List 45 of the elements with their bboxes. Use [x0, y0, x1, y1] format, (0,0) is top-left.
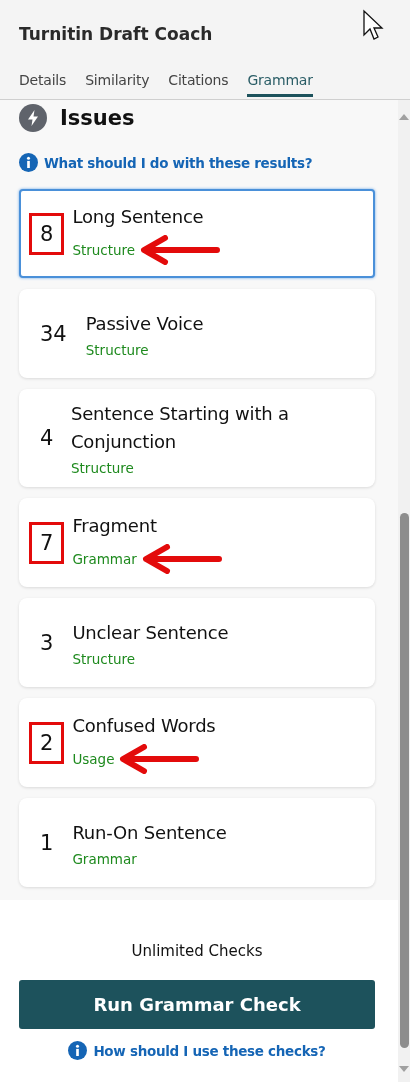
section-title: Issues — [60, 106, 135, 130]
issue-category: Structure — [85, 341, 149, 358]
run-check-button[interactable]: Run Grammar Check — [19, 980, 375, 1029]
tab[interactable]: Similarity — [85, 72, 150, 97]
issue-category: Structure — [72, 650, 136, 667]
issue-title: Fragment — [72, 513, 158, 538]
scroll-up-icon[interactable] — [399, 114, 409, 120]
issue-count: 3 — [39, 629, 55, 657]
cursor-icon — [362, 9, 384, 43]
issue-card[interactable]: 3 Unclear Sentence Structure — [19, 598, 375, 687]
issue-title: Confused Words — [72, 713, 216, 738]
help-link[interactable]: How should I use these checks? — [93, 1042, 326, 1059]
tab[interactable]: Details — [19, 72, 67, 97]
help-link[interactable]: What should I do with these results? — [44, 154, 313, 171]
issue-card[interactable]: 1 Run-On Sentence Grammar — [19, 798, 375, 887]
info-icon — [19, 153, 38, 172]
issue-title: Unclear Sentence — [72, 620, 229, 645]
issue-title: Run-On Sentence — [72, 820, 227, 845]
issue-category: Grammar — [72, 850, 137, 867]
issue-category: Structure — [71, 460, 134, 476]
issue-card[interactable]: 7 Fragment Grammar — [19, 498, 375, 587]
info-icon — [68, 1041, 88, 1060]
scrollbar-thumb[interactable] — [399, 513, 409, 1048]
issue-card[interactable]: 34 Passive Voice Structure — [19, 289, 375, 378]
issue-card[interactable]: 2 Confused Words Usage — [19, 698, 375, 787]
tab[interactable]: Grammar — [247, 72, 313, 97]
issue-title: Long Sentence — [72, 204, 205, 229]
scroll-down-icon[interactable] — [399, 1066, 409, 1072]
issue-card[interactable]: 4 Sentence Starting with a Conjunction Structure — [19, 389, 375, 487]
lightning-icon — [19, 104, 47, 132]
issue-count: 34 — [39, 320, 68, 348]
issue-card[interactable]: 8 Long Sentence Structure — [19, 189, 375, 278]
app-title: Turnitin Draft Coach — [19, 24, 213, 46]
issue-count: 7 — [29, 521, 65, 564]
checks-label: Unlimited Checks — [130, 942, 264, 960]
tab[interactable]: Citations — [168, 72, 229, 97]
issue-count: 8 — [29, 212, 65, 255]
issue-category: Usage — [72, 750, 115, 767]
issue-category: Grammar — [72, 550, 137, 567]
issue-title: Sentence Starting with a Conjunction — [71, 402, 290, 454]
issue-count: 1 — [39, 829, 55, 857]
issue-count: 4 — [39, 425, 55, 452]
issue-count: 2 — [29, 721, 65, 764]
issue-title: Passive Voice — [85, 311, 204, 336]
issue-category: Structure — [72, 241, 136, 258]
